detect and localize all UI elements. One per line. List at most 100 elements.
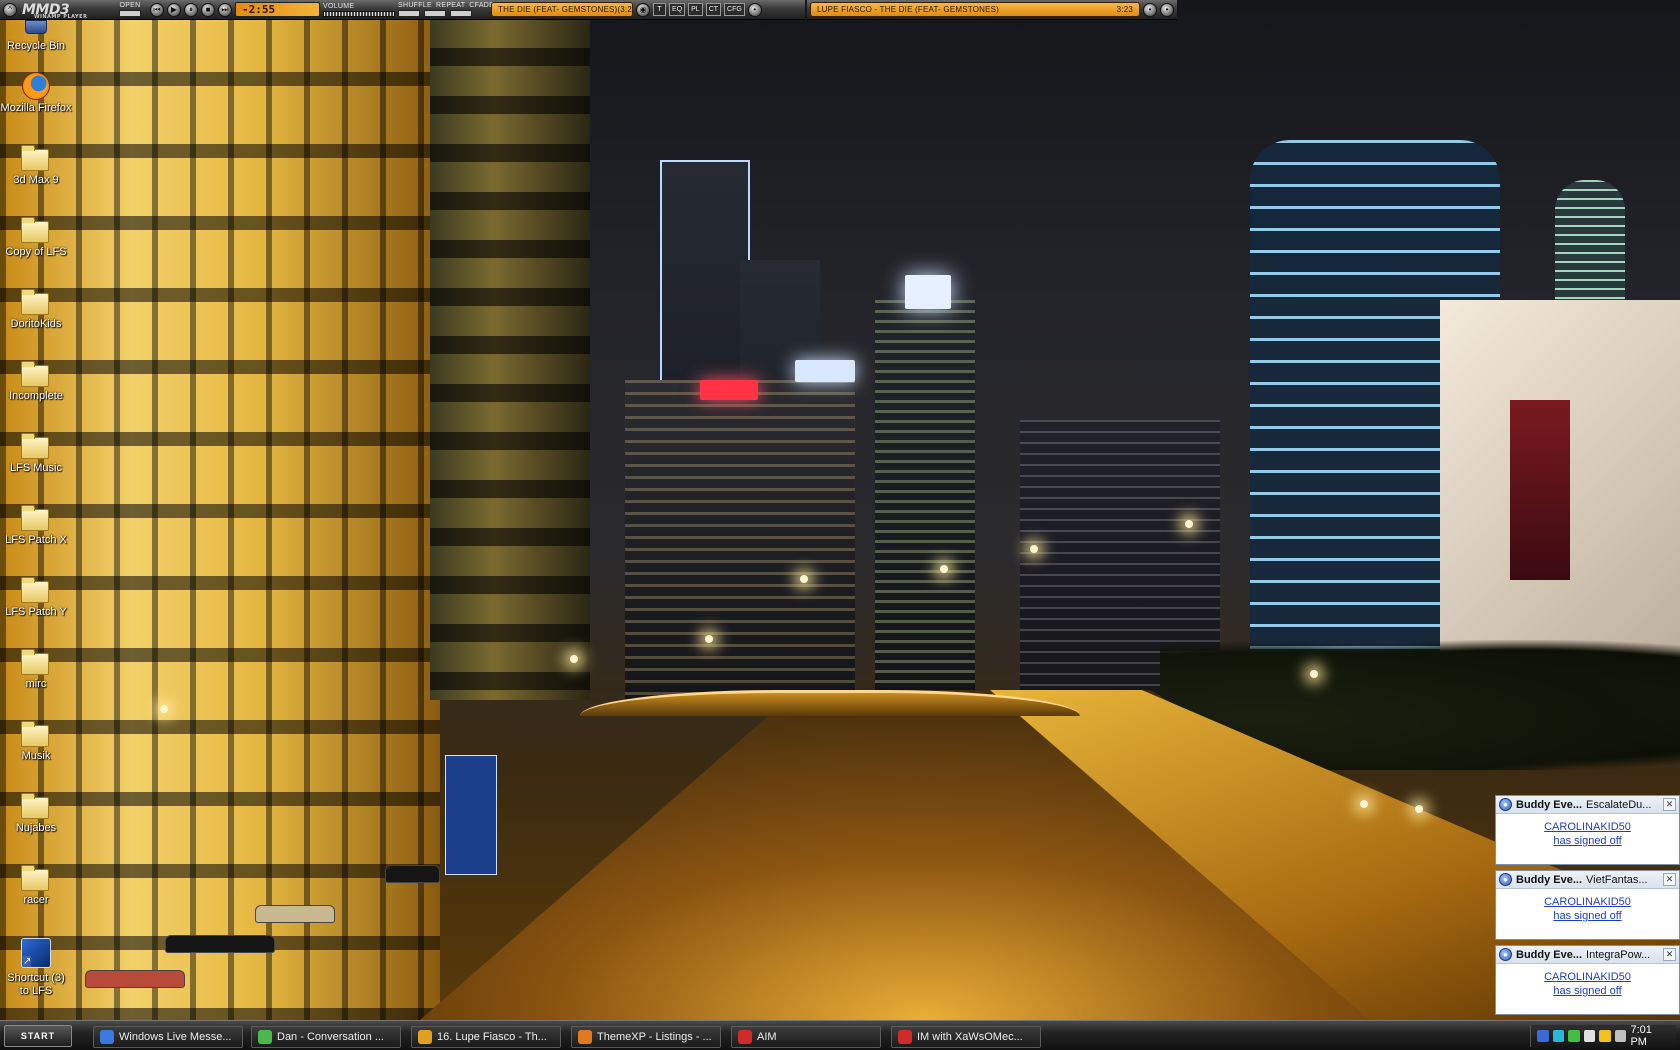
security-tray-icon[interactable] <box>1568 1030 1580 1042</box>
wallpaper-street-light <box>570 655 578 663</box>
messenger-tray-icon[interactable] <box>1537 1030 1549 1042</box>
desktop-icon-firefox[interactable]: Mozilla Firefox <box>0 72 72 115</box>
folder-icon <box>21 361 49 387</box>
wallpaper-neon-sign <box>700 380 758 400</box>
volume-control[interactable]: VOLUME <box>323 3 395 17</box>
chip-eq[interactable]: EQ <box>669 3 686 16</box>
close-icon[interactable]: ✕ <box>1663 948 1676 961</box>
desktop-icon-label: Shortcut (3) to LFS <box>7 972 65 997</box>
close-icon[interactable]: ✕ <box>1663 798 1676 811</box>
notification-title: Buddy Eve... <box>1516 798 1583 811</box>
desktop-icon-recycle-bin[interactable]: Recycle Bin <box>0 20 72 53</box>
desktop-icon-lfs-music[interactable]: LFS Music <box>0 432 72 475</box>
system-tray: 7:01 PM <box>1530 1024 1676 1048</box>
notification-status-link[interactable]: has signed off <box>1496 909 1679 923</box>
folder-icon <box>21 505 49 531</box>
taskbar-item-winamp[interactable]: 16. Lupe Fiasco - Th... <box>411 1026 561 1048</box>
desktop-wallpaper <box>0 0 1680 1020</box>
volume-slider[interactable] <box>323 10 395 17</box>
notification-status-link[interactable]: has signed off <box>1496 984 1679 998</box>
notification-body: CAROLINAKID50 has signed off <box>1496 889 1679 923</box>
desktop-icon-incomplete[interactable]: Incomplete <box>0 360 72 403</box>
cfade-toggle[interactable] <box>450 10 472 17</box>
taskbar-item-firefox[interactable]: ThemeXP - Listings - ... <box>571 1026 721 1048</box>
chip-pl[interactable]: PL <box>688 3 703 16</box>
notification-account: VietFantas... <box>1586 873 1648 886</box>
shortcut-icon <box>21 938 51 968</box>
desktop-icon-label: Recycle Bin <box>6 40 66 52</box>
desktop-icon-label: Musik <box>21 750 51 762</box>
options-icon[interactable]: • <box>1143 2 1157 17</box>
chip-ct[interactable]: CT <box>705 3 722 16</box>
wallpaper-street-light <box>705 635 713 643</box>
notification-buddy-link[interactable]: CAROLINAKID50 <box>1496 820 1679 834</box>
notification-status-link[interactable]: has signed off <box>1496 834 1679 848</box>
minimize-icon[interactable]: • <box>747 2 762 17</box>
volume-label: VOLUME <box>323 2 355 10</box>
open-control[interactable]: OPEN <box>113 2 147 17</box>
player-logo-subtitle: WINAMP PLAYER <box>34 13 88 20</box>
notification-account: IntegraPow... <box>1586 948 1651 961</box>
song-marquee[interactable]: LUPE FIASCO - THE DIE (FEAT- GEMSTONES) … <box>810 2 1140 17</box>
aim-tray-icon[interactable] <box>1599 1030 1611 1042</box>
desktop-icon-copy-of-lfs[interactable]: Copy of LFS <box>0 216 72 259</box>
close-icon[interactable]: • <box>1160 2 1174 17</box>
taskbar-item-conversation[interactable]: Dan - Conversation ... <box>251 1026 401 1048</box>
chip-t[interactable]: T <box>653 3 666 16</box>
desktop-icon-musik[interactable]: Musik <box>0 720 72 763</box>
taskbar-item-messenger[interactable]: Windows Live Messe... <box>93 1026 243 1048</box>
taskbar-item-aim[interactable]: AIM <box>731 1026 881 1048</box>
wallpaper-street-light <box>1030 545 1038 553</box>
previous-icon[interactable]: ⏮ <box>150 2 164 17</box>
desktop-icon-label: DoritoKids <box>10 318 62 330</box>
desktop-icon-lfs-patch-x[interactable]: LFS Patch X <box>0 504 72 547</box>
desktop-icon-nujabes[interactable]: Nujabes <box>0 792 72 835</box>
taskbar-item-label: ThemeXP - Listings - ... <box>597 1031 712 1043</box>
desktop-icon-shortcut-lfs[interactable]: Shortcut (3) to LFS <box>0 938 72 998</box>
open-button[interactable] <box>119 10 141 17</box>
wallpaper-street-light <box>800 575 808 583</box>
next-icon[interactable]: ⏭ <box>218 2 232 17</box>
notification-buddy-link[interactable]: CAROLINAKID50 <box>1496 895 1679 909</box>
network-tray-icon[interactable] <box>1552 1030 1565 1042</box>
taskbar: START Windows Live Messe... Dan - Conver… <box>0 1020 1680 1050</box>
play-icon[interactable]: ▶ <box>167 2 181 17</box>
desktop-icon-3d-max-9[interactable]: 3d Max 9 <box>0 144 72 187</box>
folder-icon <box>21 649 49 675</box>
taskbar-item-im-window[interactable]: IM with XaWsOMec... <box>891 1026 1041 1048</box>
wallpaper-car <box>255 905 335 923</box>
menu-button[interactable]: ^ <box>3 2 17 17</box>
shuffle-toggle[interactable] <box>398 10 420 17</box>
volume-tray-icon[interactable] <box>1583 1030 1596 1042</box>
aim-icon <box>898 1030 912 1044</box>
firefox-icon <box>578 1030 592 1044</box>
song-title-display[interactable]: THE DIE (FEAT- GEMSTONES) (3:23) <box>491 2 633 17</box>
buddy-notification[interactable]: ● Buddy Eve... VietFantas... ✕ CAROLINAK… <box>1495 870 1680 940</box>
desktop-icon-label: Copy of LFS <box>5 246 67 258</box>
repeat-toggle[interactable] <box>424 10 446 17</box>
wallpaper-street-light <box>1415 805 1423 813</box>
buddy-notification[interactable]: ● Buddy Eve... EscalateDu... ✕ CAROLINAK… <box>1495 795 1680 865</box>
chip-cfg[interactable]: CFG <box>724 3 745 16</box>
desktop-icon-doritokids[interactable]: DoritoKids <box>0 288 72 331</box>
time-display[interactable]: -2:55 <box>235 2 320 17</box>
recycle-bin-icon <box>25 20 47 34</box>
start-button[interactable]: START <box>4 1024 72 1047</box>
desktop-icon-racer[interactable]: racer <box>0 864 72 907</box>
close-icon[interactable]: ✕ <box>1663 873 1676 886</box>
buddy-notification[interactable]: ● Buddy Eve... IntegraPow... ✕ CAROLINAK… <box>1495 945 1680 1015</box>
pause-icon[interactable]: ⏸ <box>184 2 198 17</box>
clock[interactable]: 7:01 PM <box>1630 1024 1670 1048</box>
display-tray-icon[interactable] <box>1614 1030 1627 1042</box>
taskbar-item-label: AIM <box>757 1031 777 1043</box>
desktop-icon-mirc[interactable]: mirc <box>0 648 72 691</box>
taskbar-item-label: IM with XaWsOMec... <box>917 1031 1023 1043</box>
folder-icon <box>21 433 49 459</box>
notification-header: ● Buddy Eve... IntegraPow... ✕ <box>1496 946 1679 964</box>
stop-icon[interactable]: ■ <box>201 2 215 17</box>
globe-icon[interactable]: ◉ <box>636 2 650 17</box>
notification-buddy-link[interactable]: CAROLINAKID50 <box>1496 970 1679 984</box>
desktop-icon-label: racer <box>23 894 49 906</box>
player-logo: MMD3 WINAMP PLAYER <box>20 2 110 20</box>
desktop-icon-lfs-patch-y[interactable]: LFS Patch Y <box>0 576 72 619</box>
